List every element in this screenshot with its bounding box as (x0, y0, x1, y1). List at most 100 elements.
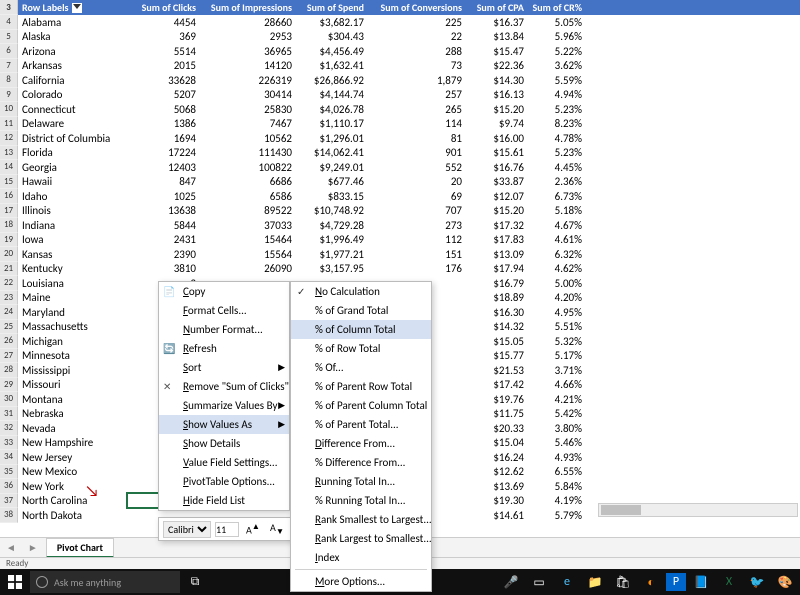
row-number[interactable]: 3 (0, 0, 18, 15)
cell-impressions[interactable]: 37033 (200, 219, 296, 232)
cell-label[interactable]: Alaska (18, 30, 126, 43)
table-row[interactable]: 10Connecticut506825830$4,026.78265$15.20… (0, 102, 800, 117)
table-row[interactable]: 9Colorado520730414$4,144.74257$16.134.94… (0, 88, 800, 103)
col-row-labels[interactable]: Row Labels (18, 1, 126, 14)
cell-cpa[interactable]: $16.30 (466, 306, 528, 319)
cell-label[interactable]: Hawaii (18, 175, 126, 188)
row-number[interactable]: 10 (0, 102, 18, 117)
cell-clicks[interactable]: 1386 (126, 117, 200, 130)
cell-cr[interactable]: 5.79% (528, 509, 586, 522)
cell-conversions[interactable]: 552 (368, 161, 466, 174)
row-number[interactable]: 26 (0, 334, 18, 349)
cell-label[interactable]: Indiana (18, 219, 126, 232)
decrease-font-button[interactable]: A▼ (267, 520, 287, 538)
cell-label[interactable]: Maryland (18, 306, 126, 319)
cell-conversions[interactable]: 257 (368, 88, 466, 101)
cell-cpa[interactable]: $19.76 (466, 393, 528, 406)
menu-item[interactable]: Show Values As▶ (159, 415, 289, 434)
cell-conversions[interactable]: 707 (368, 204, 466, 217)
cell-label[interactable]: Florida (18, 146, 126, 159)
menu-item[interactable]: Format Cells... (159, 301, 289, 320)
filter-dropdown-icon[interactable] (72, 3, 82, 13)
app-icon-1[interactable]: ◐ (638, 571, 664, 593)
cell-cr[interactable]: 4.21% (528, 393, 586, 406)
cell-impressions[interactable]: 36965 (200, 45, 296, 58)
cell-label[interactable]: Colorado (18, 88, 126, 101)
cell-label[interactable]: Nevada (18, 422, 126, 435)
cell-cpa[interactable]: $33.87 (466, 175, 528, 188)
menu-item[interactable]: Show Details (159, 434, 289, 453)
cell-impressions[interactable]: 10562 (200, 132, 296, 145)
cell-conversions[interactable]: 22 (368, 30, 466, 43)
cell-cr[interactable]: 5.51% (528, 320, 586, 333)
cell-cr[interactable]: 5.96% (528, 30, 586, 43)
cell-label[interactable]: Connecticut (18, 103, 126, 116)
row-number[interactable]: 34 (0, 450, 18, 465)
cell-cpa[interactable]: $16.37 (466, 16, 528, 29)
cell-cr[interactable]: 3.71% (528, 364, 586, 377)
cell-clicks[interactable]: 3810 (126, 262, 200, 275)
row-number[interactable]: 7 (0, 59, 18, 74)
col-cr[interactable]: Sum of CR% (528, 1, 586, 14)
cell-clicks[interactable]: 33628 (126, 74, 200, 87)
row-number[interactable]: 6 (0, 44, 18, 59)
row-number[interactable]: 37 (0, 494, 18, 509)
menu-item[interactable]: PivotTable Options... (159, 472, 289, 491)
menu-item[interactable]: 📄Copy (159, 282, 289, 301)
row-number[interactable]: 19 (0, 233, 18, 248)
cell-conversions[interactable]: 20 (368, 175, 466, 188)
cell-conversions[interactable]: 1,879 (368, 74, 466, 87)
cell-spend[interactable]: $4,026.78 (296, 103, 368, 116)
cell-label[interactable]: California (18, 74, 126, 87)
cell-spend[interactable]: $3,682.17 (296, 16, 368, 29)
cell-label[interactable]: Michigan (18, 335, 126, 348)
row-number[interactable]: 27 (0, 349, 18, 364)
row-number[interactable]: 35 (0, 465, 18, 480)
row-number[interactable]: 31 (0, 407, 18, 422)
row-number[interactable]: 36 (0, 479, 18, 494)
table-row[interactable]: 12District of Columbia169410562$1,296.01… (0, 131, 800, 146)
cell-conversions[interactable]: 176 (368, 262, 466, 275)
cell-clicks[interactable]: 2015 (126, 59, 200, 72)
table-row[interactable]: 5Alaska3692953$304.4322$13.845.96% (0, 30, 800, 45)
cell-cpa[interactable]: $11.75 (466, 407, 528, 420)
cell-clicks[interactable]: 1694 (126, 132, 200, 145)
cell-cr[interactable]: 4.78% (528, 132, 586, 145)
cell-cr[interactable]: 5.32% (528, 335, 586, 348)
row-number[interactable]: 38 (0, 508, 18, 523)
cell-cr[interactable]: 5.84% (528, 480, 586, 493)
cell-cr[interactable]: 5.42% (528, 407, 586, 420)
cell-spend[interactable]: $10,748.92 (296, 204, 368, 217)
row-number[interactable]: 18 (0, 218, 18, 233)
cell-spend[interactable]: $304.43 (296, 30, 368, 43)
font-size-input[interactable] (215, 522, 239, 537)
cell-clicks[interactable]: 369 (126, 30, 200, 43)
cell-cr[interactable]: 5.17% (528, 349, 586, 362)
cell-label[interactable]: District of Columbia (18, 132, 126, 145)
menu-item[interactable]: 🔄Refresh (159, 339, 289, 358)
cell-cpa[interactable]: $14.61 (466, 509, 528, 522)
row-number[interactable]: 30 (0, 392, 18, 407)
row-number[interactable]: 22 (0, 276, 18, 291)
app-icon-3[interactable]: 🎨 (772, 571, 798, 593)
cell-clicks[interactable]: 847 (126, 175, 200, 188)
submenu-item[interactable]: % Of... (291, 358, 431, 377)
table-row[interactable]: 13Florida17224111430$14,062.41901$15.615… (0, 146, 800, 161)
cell-spend[interactable]: $677.46 (296, 175, 368, 188)
row-number[interactable]: 5 (0, 30, 18, 45)
cell-label[interactable]: Nebraska (18, 407, 126, 420)
cell-cpa[interactable]: $15.05 (466, 335, 528, 348)
cell-cpa[interactable]: $16.76 (466, 161, 528, 174)
table-row[interactable]: 8California33628226319$26,866.921,879$14… (0, 73, 800, 88)
submenu-item[interactable]: Running Total In... (291, 472, 431, 491)
cell-impressions[interactable]: 6686 (200, 175, 296, 188)
edge-icon[interactable]: e (554, 571, 580, 593)
cell-clicks[interactable]: 2390 (126, 248, 200, 261)
increase-font-button[interactable]: A▲ (243, 520, 263, 537)
cell-label[interactable]: Kentucky (18, 262, 126, 275)
cell-clicks[interactable]: 13638 (126, 204, 200, 217)
cell-cpa[interactable]: $15.47 (466, 45, 528, 58)
cell-conversions[interactable]: 273 (368, 219, 466, 232)
tab-nav-next-icon[interactable]: ► (22, 541, 44, 554)
cell-spend[interactable]: $9,249.01 (296, 161, 368, 174)
